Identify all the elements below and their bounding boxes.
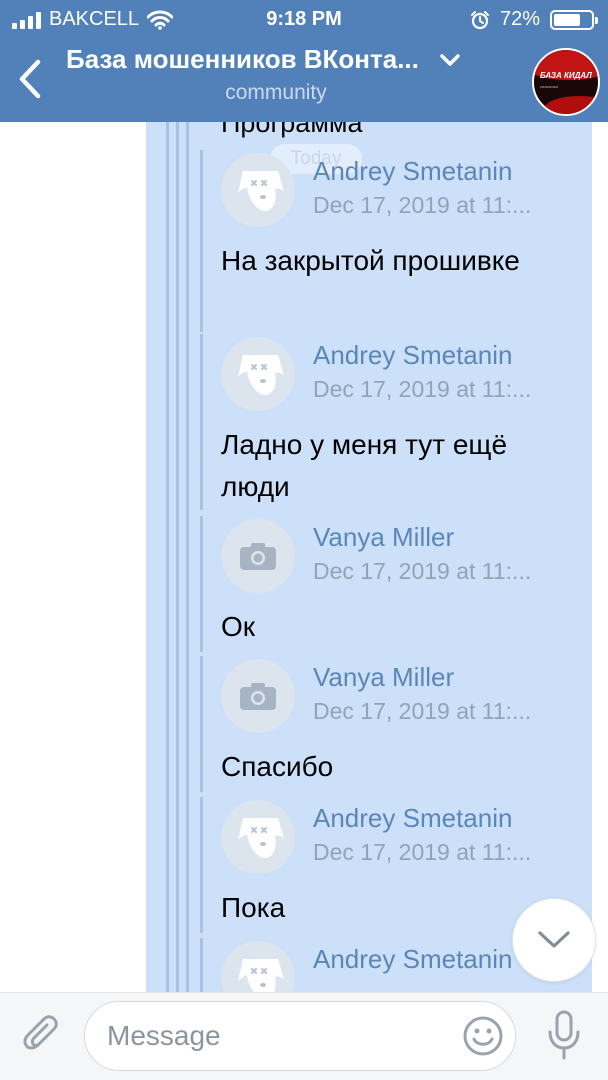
camera-icon[interactable] [221,659,295,733]
message-date: Dec 17, 2019 at 11:... [313,839,532,865]
deactivated-dog-icon[interactable] [221,800,295,874]
chat-subtitle: community [225,81,327,104]
message-composer [0,992,608,1080]
message-text: Ладно у меня тут ещё люди [221,429,508,502]
chat-title-area[interactable]: База мошенников ВКонта... community [66,44,526,105]
back-button[interactable] [10,54,50,104]
community-avatar[interactable]: БАЗА КИДАЛ ••••••••••••• [532,48,600,116]
deactivated-dog-icon[interactable] [221,337,295,411]
message-text: Спасибо [221,751,334,782]
message-header: Andrey Smetanin Dec 17, 2019 at 11:... [221,797,581,877]
battery-percent: 72% [499,8,540,30]
camera-icon[interactable] [221,519,295,593]
message-author[interactable]: Vanya Miller [313,522,454,553]
quote-line [166,122,169,992]
quote-line [200,334,203,510]
chevron-left-icon [19,59,41,99]
message-author[interactable]: Andrey Smetanin [313,156,512,187]
message-author[interactable]: Andrey Smetanin [313,340,512,371]
smile-icon [463,1016,503,1056]
message-text: Ок [221,611,256,642]
message-header: Andrey Smetanin Dec 17, 2019 at 11:... [221,334,581,414]
deactivated-dog-icon[interactable] [221,153,295,227]
status-bar: BAKCELL 9:18 PM 72% [0,0,608,40]
message-history[interactable]: Программа Today Andrey Smetanin Dec 17, … [0,122,608,992]
chat-title-row[interactable]: База мошенников ВКонта... [66,44,526,75]
quote-line [200,938,203,992]
alarm-icon [470,10,489,29]
message-date: Dec 17, 2019 at 11:... [313,558,532,584]
chevron-down-icon [538,931,570,948]
avatar-red-shape-bottom [544,96,598,114]
quote-line [186,122,189,992]
microphone-icon [548,1010,580,1060]
scroll-to-bottom-button[interactable] [512,898,596,982]
forwarded-message[interactable]: Vanya Miller Dec 17, 2019 at 11:... Спас… [200,656,590,792]
battery-icon [550,9,598,30]
quote-line [200,150,203,332]
message-date: Dec 17, 2019 at 11:... [313,192,532,218]
attach-button[interactable] [18,1011,66,1059]
message-author[interactable]: Andrey Smetanin [313,944,512,975]
message-input[interactable] [84,1001,516,1071]
quote-line [200,656,203,792]
quote-line [200,516,203,652]
chat-title[interactable]: База мошенников ВКонта... [66,44,419,75]
avatar-logo-text: БАЗА КИДАЛ [540,71,592,80]
message-author[interactable]: Vanya Miller [313,662,454,693]
emoji-button[interactable] [460,1013,506,1059]
message-header: Andrey Smetanin Dec 17, 2019 at 11:... [221,150,581,230]
message-date: Dec 17, 2019 at 11:... [313,376,532,402]
message-text: На закрытой прошивке [221,245,520,276]
message-date: Dec 17, 2019 at 11:... [313,698,532,724]
battery-level [554,13,580,26]
message-header: Vanya Miller Dec 17, 2019 at 11:... [221,516,581,596]
message-author[interactable]: Andrey Smetanin [313,803,512,834]
top-header: BAKCELL 9:18 PM 72% База мошенников ВКон… [0,0,608,122]
status-bar-right: 72% [470,8,598,31]
deactivated-dog-icon[interactable] [221,941,295,992]
forwarded-message[interactable]: Andrey Smetanin Dec 17, 2019 at 11:... Л… [200,334,590,510]
forwarded-message[interactable]: Vanya Miller Dec 17, 2019 at 11:... Ок [200,516,590,652]
paperclip-icon [23,1015,58,1050]
chevron-down-icon[interactable] [439,50,465,70]
avatar-logo-subtext: ••••••••••••• [540,84,559,89]
message-header: Vanya Miller Dec 17, 2019 at 11:... [221,656,581,736]
message-text-partial: Программа [221,122,363,138]
voice-message-button[interactable] [540,1007,588,1065]
forwarded-message[interactable]: Andrey Smetanin Dec 17, 2019 at 11:... Н… [200,150,590,332]
quote-line [200,797,203,933]
quote-line [176,122,179,992]
